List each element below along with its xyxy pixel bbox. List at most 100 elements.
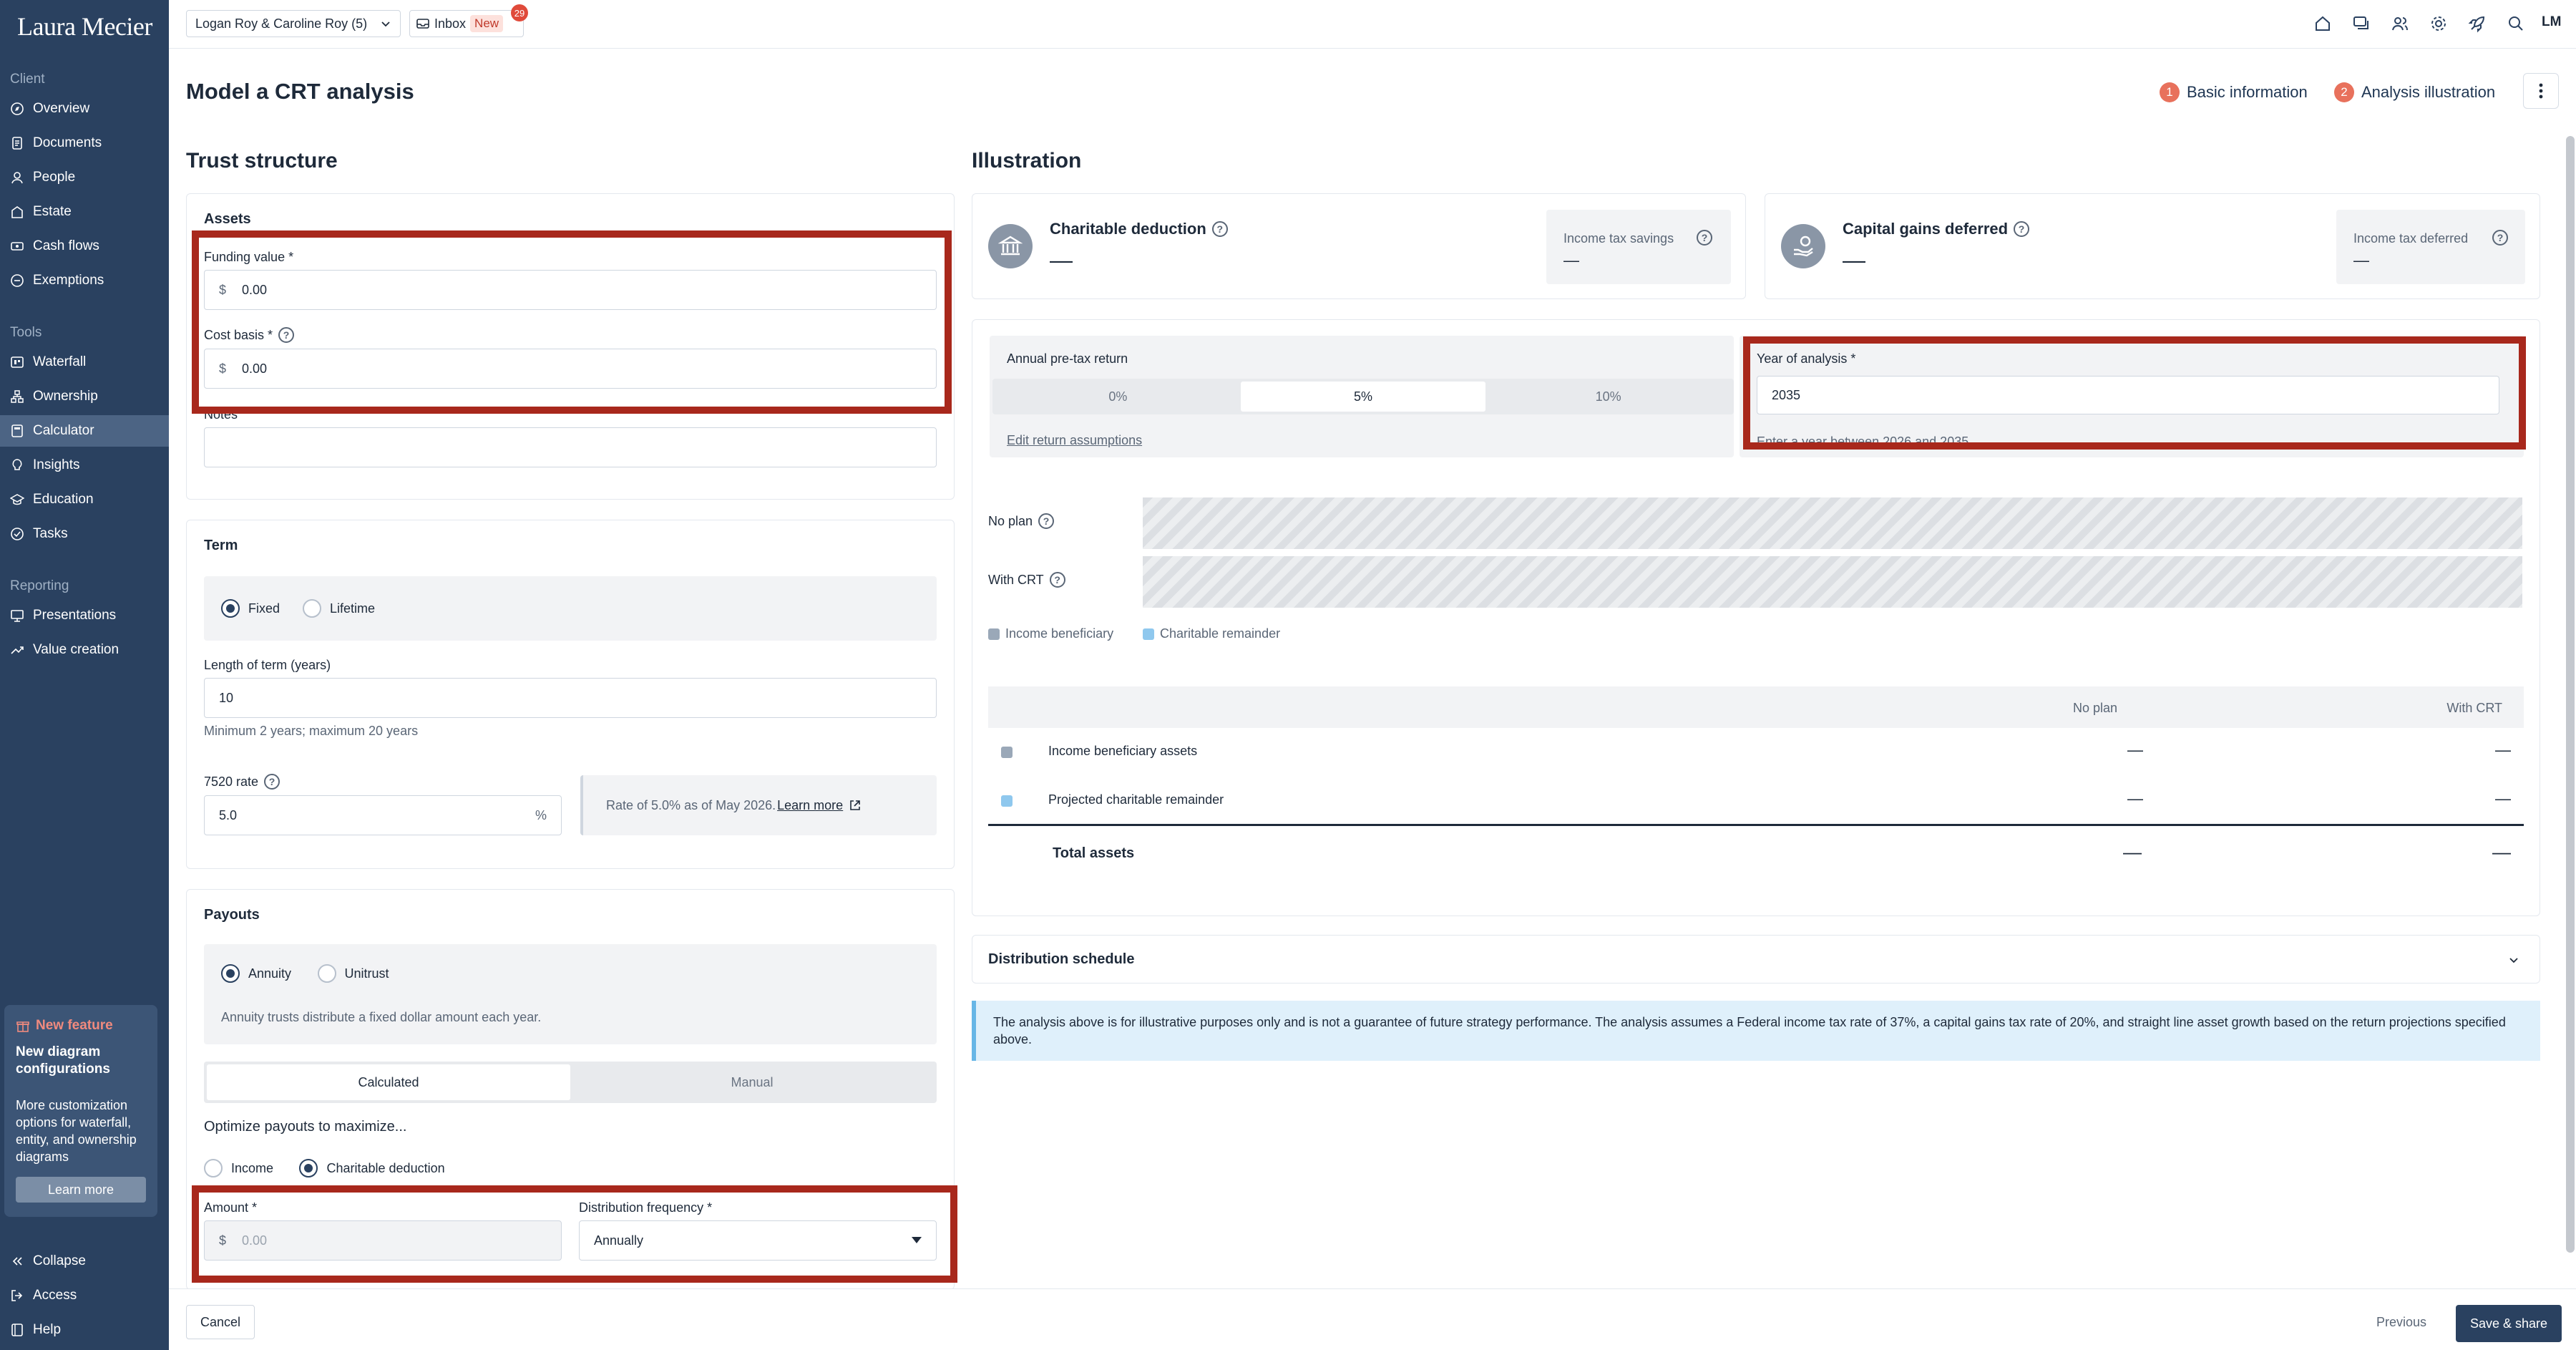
legend-swatch [1143,628,1154,640]
help-icon[interactable]: ? [1049,572,1065,588]
radio-lifetime[interactable]: Lifetime [303,599,375,618]
radio-charitable-deduction[interactable]: Charitable deduction [299,1159,445,1177]
year-input[interactable]: 2035 [1757,376,2499,414]
help-icon[interactable]: ? [1211,221,1228,237]
table-header: No plan With CRT [988,686,2524,728]
sidebar-item-value-creation[interactable]: Value creation [0,634,169,666]
charitable-title-text: Charitable deduction [1050,220,1206,238]
help-icon[interactable]: ? [1038,513,1055,529]
tax-savings-value: — [1563,251,1579,269]
cancel-button[interactable]: Cancel [186,1305,255,1339]
double-chevron-left-icon [12,1257,22,1266]
payout-description: Annuity trusts distribute a fixed dollar… [221,1010,542,1024]
feature-description: More customization options for waterfall… [16,1098,137,1164]
waterfall-icon [11,356,24,368]
sidebar-item-label: Overview [33,101,90,116]
user-avatar[interactable]: LM [2542,14,2561,30]
sidebar-item-exemptions[interactable]: Exemptions [0,265,169,296]
frequency-label: Distribution frequency * [579,1200,713,1215]
help-book-icon [11,1324,23,1336]
radio-fixed[interactable]: Fixed [221,599,280,618]
step-basic-information[interactable]: 1 Basic information [2160,82,2308,102]
return-option-10[interactable]: 10% [1485,382,1731,412]
check-circle-icon [11,528,24,540]
row-label: Projected charitable remainder [1048,792,1224,807]
page-title: Model a CRT analysis [186,79,414,104]
cost-basis-input[interactable]: $0.00 [204,349,937,389]
sidebar-access[interactable]: Access [0,1280,169,1311]
help-icon[interactable]: ? [1697,230,1712,246]
sidebar-item-people[interactable]: People [0,162,169,193]
tab-manual[interactable]: Manual [570,1064,934,1100]
help-icon[interactable]: ? [278,327,295,343]
amount-input[interactable]: $0.00 [204,1220,562,1261]
ownership-icon [11,390,24,403]
total-label: Total assets [1053,845,1135,861]
previous-button[interactable]: Previous [2366,1305,2437,1339]
rate-learn-more-link[interactable]: Learn more [777,798,843,813]
sidebar-item-cash-flows[interactable]: Cash flows [0,230,169,262]
rocket-icon[interactable] [2468,14,2487,33]
length-input[interactable]: 10 [204,678,937,718]
tab-calculated[interactable]: Calculated [207,1064,570,1100]
gear-icon[interactable] [2429,14,2448,33]
sidebar-item-label: Tasks [33,526,68,541]
radio-label: Charitable deduction [326,1160,445,1175]
sidebar-help[interactable]: Help [0,1314,169,1346]
sidebar-item-estate[interactable]: Estate [0,196,169,228]
radio-unitrust[interactable]: Unitrust [317,964,389,983]
sidebar-item-calculator[interactable]: Calculator [0,415,169,447]
optimize-radios: Income Charitable deduction [204,1159,468,1181]
step-analysis-illustration[interactable]: 2 Analysis illustration [2334,82,2495,102]
funding-value-input[interactable]: $0.00 [204,270,937,310]
help-icon[interactable]: ? [2014,221,2030,237]
users-icon[interactable] [2391,14,2409,33]
sidebar-item-documents[interactable]: Documents [0,127,169,159]
sidebar-item-ownership[interactable]: Ownership [0,381,169,412]
home-icon[interactable] [2313,14,2332,33]
feature-tag-label: New feature [36,1018,113,1033]
more-options-button[interactable] [2523,73,2559,109]
chat-icon[interactable] [2352,14,2371,33]
distribution-schedule-accordion[interactable]: Distribution schedule [972,935,2540,984]
notes-input[interactable] [204,427,937,467]
inbox-icon [416,19,429,29]
sidebar-item-label: Presentations [33,608,117,623]
return-assumptions-box: Annual pre-tax return 0% 5% 10% Edit ret… [990,336,1734,457]
rate-value: 5.0 [219,807,238,822]
sidebar-item-insights[interactable]: Insights [0,450,169,481]
year-label: Year of analysis * [1757,351,1856,366]
sidebar-item-presentations[interactable]: Presentations [0,600,169,631]
sidebar-item-tasks[interactable]: Tasks [0,518,169,550]
client-selector[interactable]: Logan Roy & Caroline Roy (5) [186,10,401,37]
sidebar-item-waterfall[interactable]: Waterfall [0,346,169,378]
help-icon[interactable]: ? [2492,230,2508,246]
capital-gains-title-text: Capital gains deferred [1843,220,2009,238]
payout-type-group: Annuity Unitrust Annuity trusts distribu… [204,944,937,1044]
currency-prefix: $ [219,361,227,376]
sidebar-item-education[interactable]: Education [0,484,169,515]
radio-label: Income [231,1160,274,1175]
radio-annuity[interactable]: Annuity [221,964,291,983]
edit-assumptions-link[interactable]: Edit return assumptions [1007,433,1142,448]
radio-label: Fixed [248,601,280,616]
inbox-button[interactable]: Inbox New [409,10,524,37]
rate-input[interactable]: 5.0% [204,795,562,835]
new-badge: New [470,15,504,32]
sidebar-collapse[interactable]: Collapse [0,1245,169,1277]
save-share-button[interactable]: Save & share [2456,1305,2562,1342]
charitable-title: Charitable deduction? [1050,220,1228,238]
radio-income[interactable]: Income [204,1159,273,1177]
page-scrollbar[interactable] [2566,136,2575,1253]
help-icon[interactable]: ? [264,774,280,790]
learn-more-button[interactable]: Learn more [16,1177,146,1203]
sidebar-item-overview[interactable]: Overview [0,93,169,125]
return-option-0[interactable]: 0% [995,382,1241,412]
sidebar-item-label: Documents [33,135,102,150]
tax-savings-box: Income tax savings ? — [1546,210,1731,284]
frequency-select[interactable]: Annually [579,1220,937,1261]
return-option-5[interactable]: 5% [1240,382,1486,412]
sidebar-item-label: Waterfall [33,354,87,369]
search-icon[interactable] [2507,14,2525,33]
tax-deferred-value: — [2353,251,2369,269]
